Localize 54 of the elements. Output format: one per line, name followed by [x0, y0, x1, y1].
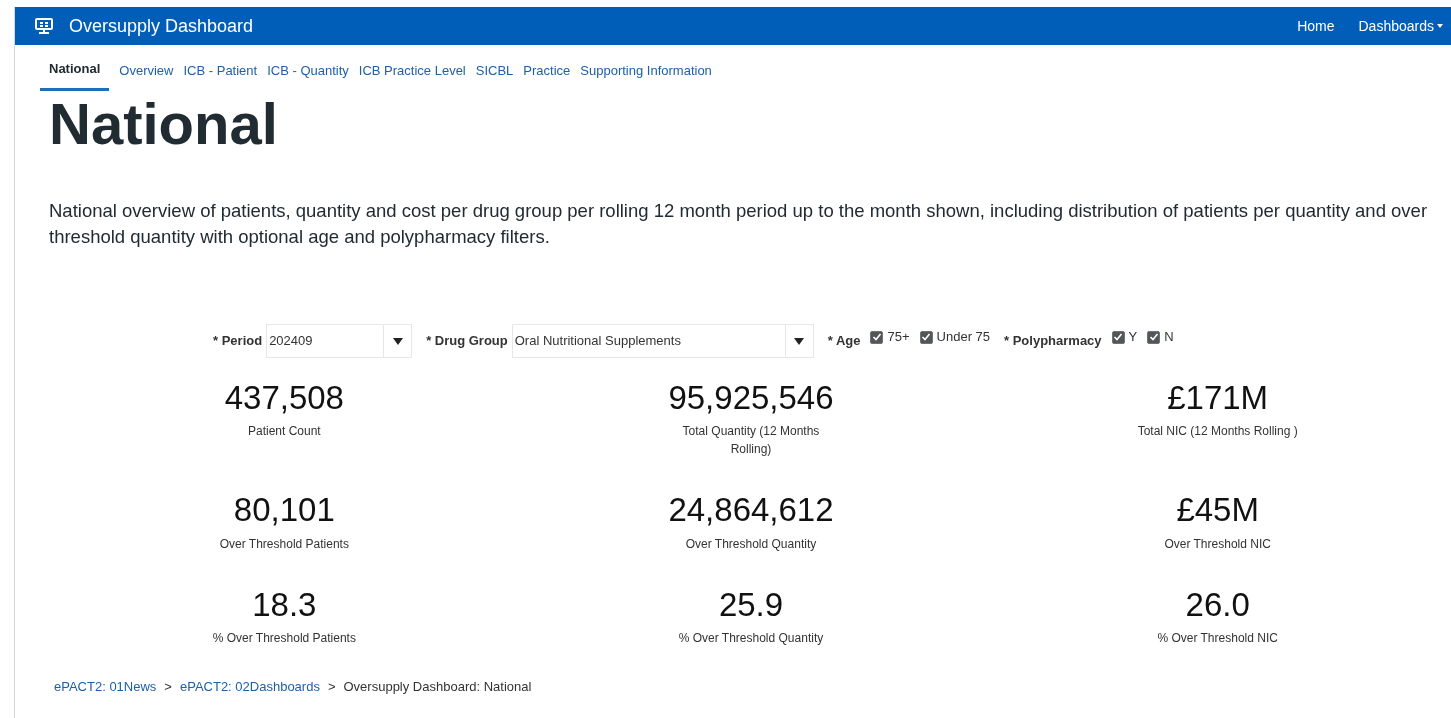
metric-label: Total Quantity (12 Months Rolling) [681, 423, 821, 459]
nav-tab[interactable]: ICB - Quantity [267, 60, 349, 91]
metric-value: 437,508 [224, 380, 344, 417]
nav-tab[interactable]: ICB - Patient [183, 60, 258, 91]
caret-icon [794, 337, 805, 345]
filter-label: * Drug Group [426, 332, 508, 351]
filter-label: * Age [827, 332, 861, 351]
caret-icon [1437, 23, 1443, 29]
breadcrumb-link[interactable]: ePACT2: 02Dashboards [179, 676, 320, 697]
metric-label: Over Threshold Quantity [684, 535, 818, 553]
metric-label: Total NIC (12 Months Rolling ) [1136, 423, 1299, 441]
checkbox[interactable] [1111, 330, 1125, 344]
dropdown-field[interactable]: Oral Nutritional Supplements [511, 324, 814, 358]
dropdown-field[interactable]: 202409 [266, 324, 413, 358]
nav-tab[interactable]: National [40, 58, 110, 91]
metric-label: % Over Threshold NIC [1156, 629, 1279, 647]
metric-value: £45M [1176, 492, 1259, 529]
nav-tab[interactable]: Supporting Information [580, 60, 712, 91]
metric-value: £171M [1167, 380, 1269, 417]
metric-value: 80,101 [233, 492, 335, 529]
nav-link[interactable]: Home [1297, 15, 1335, 37]
metric-value: 24,864,612 [668, 492, 834, 529]
checkbox-label: Under 75 [936, 328, 991, 347]
checkbox[interactable] [1147, 330, 1161, 344]
nav-tab[interactable]: Practice [523, 60, 571, 91]
nav-link[interactable]: Dashboards [1358, 15, 1443, 37]
checkbox-label: N [1164, 328, 1174, 347]
metric-value: 95,925,546 [668, 380, 834, 417]
page-title: National [49, 95, 279, 153]
metric-value: 26.0 [1185, 586, 1250, 623]
metric-value: 25.9 [718, 586, 784, 623]
checkbox[interactable] [919, 330, 933, 344]
breadcrumb-current: Oversupply Dashboard: National [343, 677, 532, 696]
caret-icon [392, 337, 403, 345]
monitor-icon [35, 18, 53, 34]
metric-label: Over Threshold NIC [1163, 535, 1272, 553]
description-text: National overview of patients, quantity and cost per drug group per rolling 12 month period up to the month shown, including distribution of patients per quantity and over threshold quantity with optional age and polypharmacy filters. [49, 199, 1429, 249]
checkbox-label: Y [1128, 328, 1138, 347]
app-title: Oversupply Dashboard [69, 14, 254, 38]
metric-label: % Over Threshold Patients [211, 629, 357, 647]
metric-label: Over Threshold Patients [218, 535, 350, 553]
metric-label: Patient Count [246, 423, 322, 441]
nav-tab[interactable]: ICB Practice Level [358, 60, 466, 91]
metric-value: 18.3 [252, 586, 317, 623]
breadcrumb-separator: > [327, 677, 336, 696]
checkbox[interactable] [870, 330, 884, 344]
filter-label: * Period [213, 332, 263, 351]
breadcrumb-link[interactable]: ePACT2: 01News [54, 676, 157, 697]
filter-label: * Polypharmacy [1004, 332, 1102, 351]
breadcrumb-separator: > [164, 677, 172, 696]
nav-tab[interactable]: SICBL [475, 60, 514, 91]
checkbox-label: 75+ [887, 328, 910, 347]
nav-tab[interactable]: Overview [119, 60, 174, 91]
metric-label: % Over Threshold Quantity [677, 629, 825, 647]
